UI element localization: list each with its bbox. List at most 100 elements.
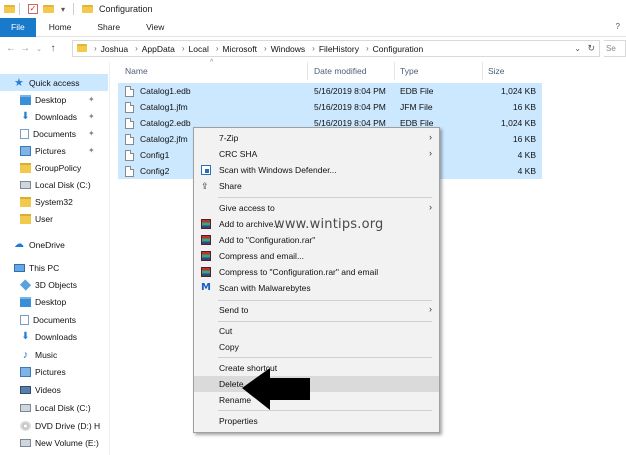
nav-item-local-disk-c[interactable]: Local Disk (C:) bbox=[0, 176, 108, 193]
up-button[interactable]: ↑ bbox=[46, 43, 60, 54]
menu-item-share[interactable]: ⇪ Share bbox=[194, 178, 439, 194]
breadcrumb-item[interactable]: AppData bbox=[142, 44, 175, 54]
documents-icon bbox=[20, 314, 29, 325]
help-button[interactable]: ? bbox=[616, 22, 620, 31]
breadcrumb-item[interactable]: Joshua bbox=[101, 44, 128, 54]
folder-icon bbox=[81, 3, 93, 15]
menu-item-compress-and-email[interactable]: Compress and email... bbox=[194, 248, 439, 264]
nav-item-desktop[interactable]: Desktop ✦ bbox=[0, 91, 108, 108]
navigation-pane[interactable]: ★ Quick access Desktop ✦ ⬇ Downloads ✦ D… bbox=[0, 62, 110, 455]
column-divider[interactable] bbox=[307, 62, 308, 80]
menu-item-label: Copy bbox=[219, 342, 239, 352]
breadcrumb-item[interactable]: FileHistory bbox=[319, 44, 359, 54]
nav-item-onedrive[interactable]: ☁ OneDrive bbox=[0, 236, 108, 253]
tab-view[interactable]: View bbox=[133, 18, 177, 37]
nav-item-new-volume[interactable]: New Volume (E:) bbox=[0, 434, 108, 451]
nav-item-pictures-pc[interactable]: Pictures bbox=[0, 363, 108, 380]
menu-item-label: Compress and email... bbox=[219, 251, 305, 261]
menu-item-add-to-configuration-rar[interactable]: Add to "Configuration.rar" bbox=[194, 232, 439, 248]
menu-item-compress-to-rar-and-email[interactable]: Compress to "Configuration.rar" and emai… bbox=[194, 264, 439, 280]
tab-home[interactable]: Home bbox=[36, 18, 85, 37]
address-dropdown-icon[interactable]: ⌄ bbox=[574, 44, 581, 53]
file-name: Config2 bbox=[140, 166, 170, 176]
column-divider[interactable] bbox=[394, 62, 395, 80]
nav-item-quick-access[interactable]: ★ Quick access bbox=[0, 74, 108, 91]
nav-item-downloads[interactable]: ⬇ Downloads ✦ bbox=[0, 108, 108, 125]
chevron-right-icon[interactable]: › bbox=[216, 44, 219, 53]
breadcrumb-item[interactable]: Windows bbox=[271, 44, 305, 54]
nav-item-local-disk-c-pc[interactable]: Local Disk (C:) bbox=[0, 399, 108, 416]
menu-separator bbox=[218, 357, 432, 358]
chevron-right-icon[interactable]: › bbox=[366, 44, 369, 53]
column-header-size[interactable]: Size bbox=[488, 66, 505, 76]
nav-item-desktop-pc[interactable]: Desktop bbox=[0, 293, 108, 310]
new-folder-icon[interactable] bbox=[42, 3, 54, 15]
file-row[interactable]: Catalog1.edb 5/16/2019 8:04 PM EDB File … bbox=[118, 83, 542, 99]
nav-item-videos[interactable]: Videos bbox=[0, 381, 108, 398]
back-button[interactable]: ← bbox=[4, 43, 18, 54]
nav-item-music[interactable]: ♪ Music bbox=[0, 346, 108, 363]
menu-item-scan-defender[interactable]: Scan with Windows Defender... bbox=[194, 162, 439, 178]
share-icon: ⇪ bbox=[201, 181, 209, 191]
recent-locations-button[interactable]: ⌄ bbox=[32, 45, 46, 53]
column-header-date-modified[interactable]: Date modified bbox=[314, 66, 366, 76]
menu-item-properties[interactable]: Properties bbox=[194, 413, 439, 429]
menu-item-create-shortcut[interactable]: Create shortcut bbox=[194, 360, 439, 376]
music-icon: ♪ bbox=[22, 348, 29, 361]
menu-item-crc-sha[interactable]: CRC SHA › bbox=[194, 146, 439, 162]
chevron-right-icon[interactable]: › bbox=[135, 44, 138, 53]
pin-icon: ✦ bbox=[88, 112, 95, 121]
column-divider[interactable] bbox=[482, 62, 483, 80]
nav-item-system32[interactable]: System32 bbox=[0, 193, 108, 210]
breadcrumb-item[interactable]: Microsoft bbox=[223, 44, 257, 54]
tab-file[interactable]: File bbox=[0, 17, 36, 37]
menu-item-label: Scan with Windows Defender... bbox=[219, 165, 337, 175]
nav-item-user[interactable]: User bbox=[0, 210, 108, 227]
chevron-right-icon[interactable]: › bbox=[182, 44, 185, 53]
chevron-right-icon[interactable]: › bbox=[264, 44, 267, 53]
pictures-icon bbox=[20, 145, 31, 156]
search-input[interactable]: Se bbox=[604, 40, 626, 57]
menu-item-cut[interactable]: Cut bbox=[194, 323, 439, 339]
forward-button[interactable]: → bbox=[18, 43, 32, 54]
menu-item-rename[interactable]: Rename bbox=[194, 392, 439, 408]
folder-icon[interactable] bbox=[3, 3, 15, 15]
menu-separator bbox=[218, 197, 432, 198]
properties-check-icon[interactable]: ✓ bbox=[27, 3, 39, 15]
menu-item-delete[interactable]: Delete bbox=[194, 376, 439, 392]
menu-item-copy[interactable]: Copy bbox=[194, 339, 439, 355]
downloads-icon: ⬇ bbox=[21, 330, 30, 342]
nav-item-3d-objects[interactable]: 3D Objects bbox=[0, 276, 108, 293]
window-title: Configuration bbox=[99, 4, 153, 14]
nav-item-pictures[interactable]: Pictures ✦ bbox=[0, 142, 108, 159]
chevron-right-icon[interactable]: › bbox=[312, 44, 315, 53]
nav-item-documents-pc[interactable]: Documents bbox=[0, 311, 108, 328]
breadcrumb-item[interactable]: Local bbox=[189, 44, 209, 54]
nav-item-label: Music bbox=[35, 349, 58, 360]
customize-quick-access-icon[interactable]: ▾ bbox=[57, 3, 69, 15]
nav-item-label: Desktop bbox=[35, 94, 67, 105]
nav-item-grouppolicy[interactable]: GroupPolicy bbox=[0, 159, 108, 176]
pc-icon bbox=[14, 263, 25, 272]
nav-item-dvd-drive[interactable]: DVD Drive (D:) H bbox=[0, 417, 108, 434]
nav-item-label: OneDrive bbox=[29, 239, 65, 250]
nav-item-this-pc[interactable]: This PC bbox=[0, 259, 108, 276]
nav-item-documents[interactable]: Documents ✦ bbox=[0, 125, 108, 142]
breadcrumb-item[interactable]: Configuration bbox=[373, 44, 424, 54]
menu-item-7zip[interactable]: 7-Zip › bbox=[194, 130, 439, 146]
chevron-right-icon[interactable]: › bbox=[94, 44, 97, 53]
file-icon bbox=[125, 118, 134, 129]
menu-item-give-access[interactable]: Give access to › bbox=[194, 200, 439, 216]
column-header-name[interactable]: Name bbox=[125, 66, 148, 76]
menu-item-scan-malwarebytes[interactable]: M Scan with Malwarebytes bbox=[194, 280, 439, 296]
pointing-arrow-icon bbox=[242, 368, 310, 410]
tab-share[interactable]: Share bbox=[84, 18, 133, 37]
column-header-type[interactable]: Type bbox=[400, 66, 418, 76]
column-headers: ^ Name Date modified Type Size bbox=[118, 59, 542, 80]
nav-item-downloads-pc[interactable]: ⬇ Downloads bbox=[0, 328, 108, 345]
refresh-icon[interactable]: ↻ bbox=[587, 43, 595, 54]
pictures-icon bbox=[20, 366, 31, 377]
address-bar[interactable]: › Joshua › AppData › Local › Microsoft ›… bbox=[72, 40, 600, 57]
file-row[interactable]: Catalog1.jfm 5/16/2019 8:04 PM JFM File … bbox=[118, 99, 542, 115]
menu-item-send-to[interactable]: Send to › bbox=[194, 302, 439, 318]
